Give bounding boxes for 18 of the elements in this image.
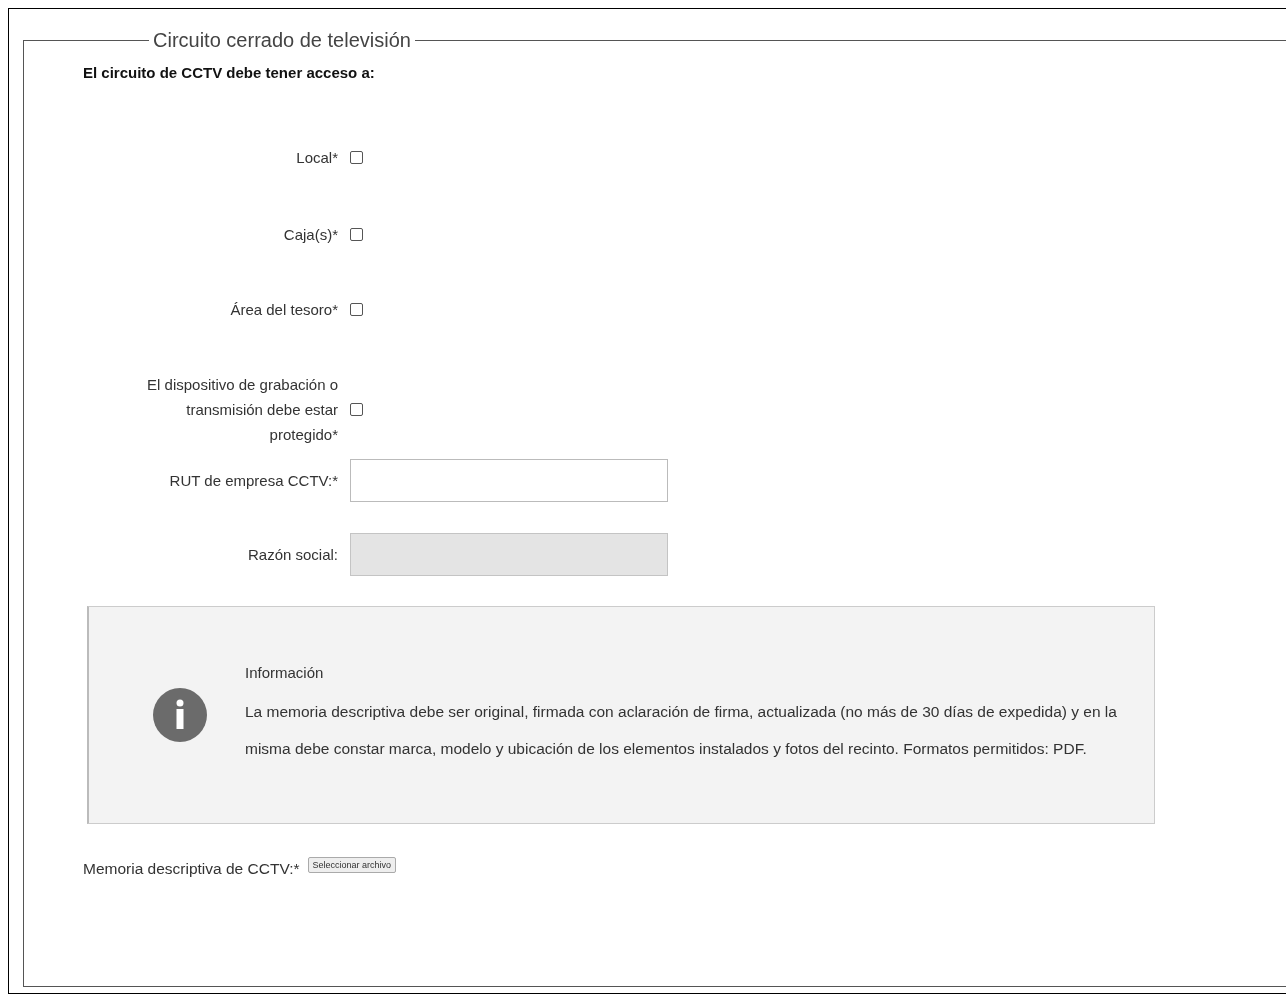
checkbox[interactable] bbox=[350, 228, 363, 241]
section-heading: El circuito de CCTV debe tener acceso a: bbox=[83, 64, 376, 81]
input-field[interactable] bbox=[350, 459, 668, 502]
info-text: La memoria descriptiva debe ser original, firmada con aclaración de firma, actualizada (no más de 30 días de expedida) y en la misma debe constar marca, modelo y ubicación de los elementos instalados y fotos del recinto. Formatos permitidos: PDF. bbox=[245, 701, 1118, 759]
fieldset-legend: Circuito cerrado de televisión bbox=[149, 29, 415, 52]
info-icon bbox=[153, 688, 207, 742]
checkbox[interactable] bbox=[350, 403, 363, 416]
info-title: Información bbox=[245, 663, 325, 681]
choose-file-button[interactable]: Seleccionar archivo bbox=[307, 857, 397, 873]
checkbox[interactable] bbox=[350, 303, 363, 316]
checkbox-label: Área del tesoro* bbox=[230, 300, 338, 320]
field-label: Razón social: bbox=[247, 545, 338, 565]
checkbox[interactable] bbox=[350, 151, 363, 164]
checkbox-label: Caja(s)* bbox=[283, 225, 338, 245]
checkbox-label: Local* bbox=[296, 148, 338, 168]
field-label: RUT de empresa CCTV:* bbox=[169, 471, 338, 491]
checkbox-label: El dispositivo de grabación o transmisión debe estar protegido* bbox=[146, 375, 338, 445]
file-label: Memoria descriptiva de CCTV:* bbox=[83, 860, 300, 878]
